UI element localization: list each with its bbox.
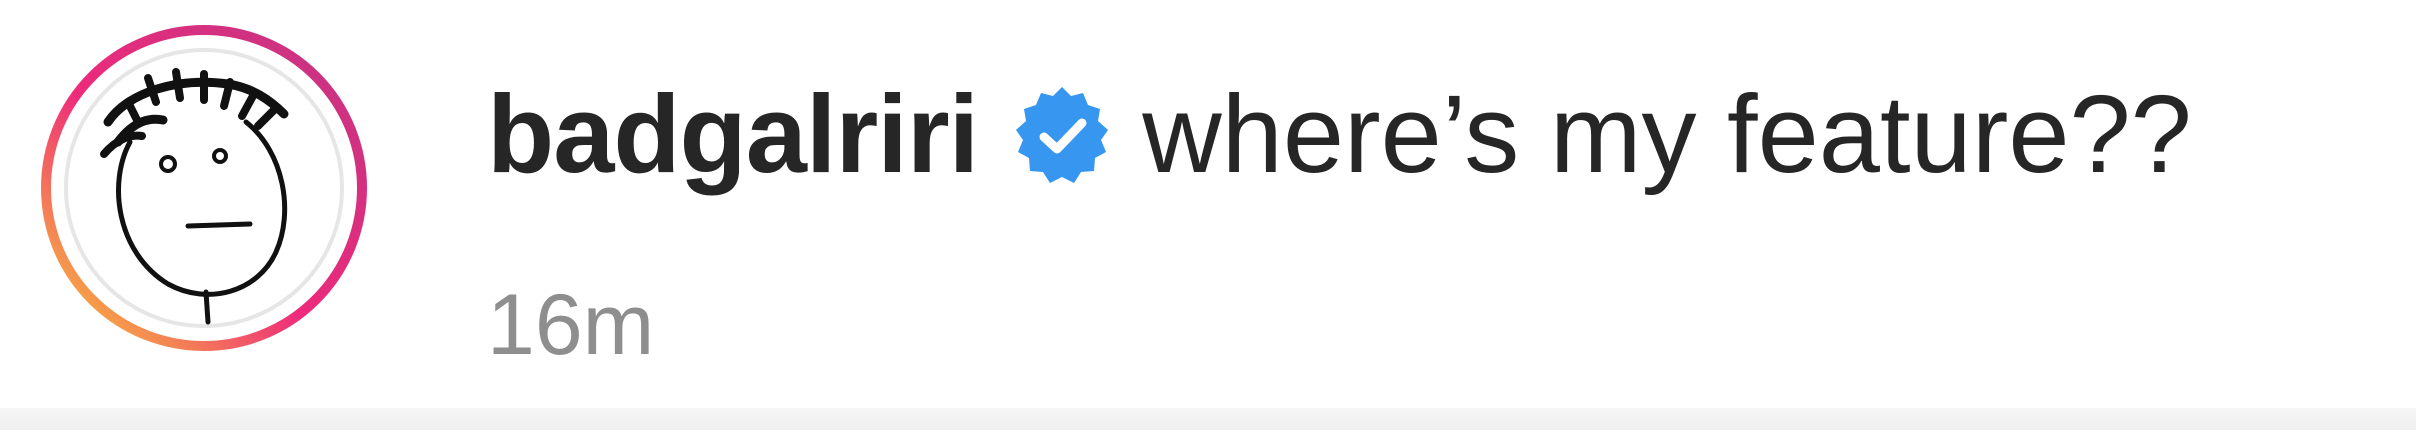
comment-text: where’s my feature??: [1142, 73, 2192, 196]
verified-badge-icon: [1010, 83, 1114, 187]
comment-meta: 16m: [487, 270, 654, 380]
avatar-face-drawing-icon: [41, 25, 367, 351]
comment-line: badgalriri where’s my feature??: [487, 60, 2192, 210]
comment-row: badgalriri where’s my feature?? 16m: [0, 0, 2416, 430]
username-link[interactable]: badgalriri: [487, 80, 979, 190]
comment-timestamp[interactable]: 16m: [487, 282, 654, 368]
avatar[interactable]: [38, 22, 370, 354]
divider: [0, 408, 2416, 430]
